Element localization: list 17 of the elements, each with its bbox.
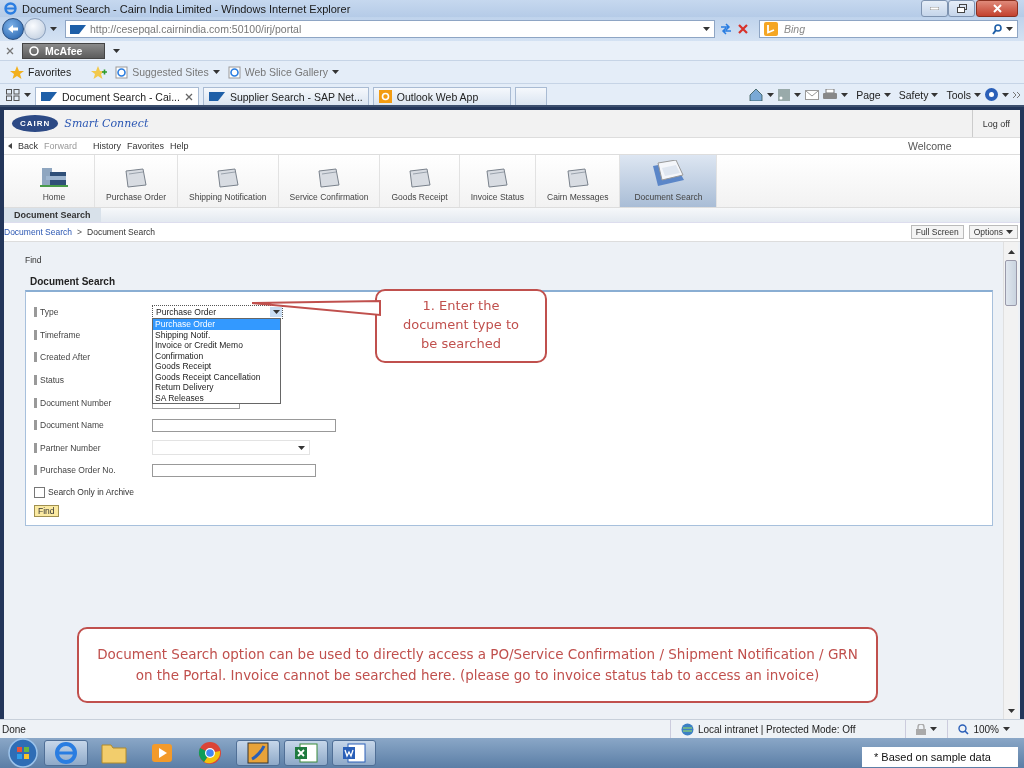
field-label: Created After bbox=[34, 352, 152, 363]
portal-brand: Smart Connect bbox=[64, 117, 149, 130]
welcome-text: Welcome bbox=[908, 140, 953, 152]
zone-text: Local intranet | Protected Mode: Off bbox=[697, 723, 856, 735]
footnote-label: * Based on sample data bbox=[862, 747, 1018, 767]
field-label: Timeframe bbox=[34, 329, 152, 340]
panel-title: Document Search bbox=[30, 276, 117, 287]
callout-box: 1. Enter the document type to be searched bbox=[375, 289, 547, 363]
section-caption: Find bbox=[25, 255, 43, 265]
checkbox-label: Search Only in Archive bbox=[48, 487, 134, 498]
window-title: Document Search - Cairn India Limited - Windows Internet Explorer bbox=[22, 2, 351, 15]
note-box: Document Search option can be used to directly access a PO/Service Confirmation / Shipment Notification / GRN on the Portal. Invoice cannot be searched here. (please go to invoice status tab to access an invoice) bbox=[77, 627, 878, 703]
company-logo: CAIRN bbox=[12, 115, 59, 132]
breadcrumb-separator: > bbox=[77, 227, 82, 237]
status-text: Done bbox=[2, 723, 26, 735]
field-label: Status bbox=[34, 375, 152, 386]
field-label: Partner Number bbox=[34, 442, 152, 453]
